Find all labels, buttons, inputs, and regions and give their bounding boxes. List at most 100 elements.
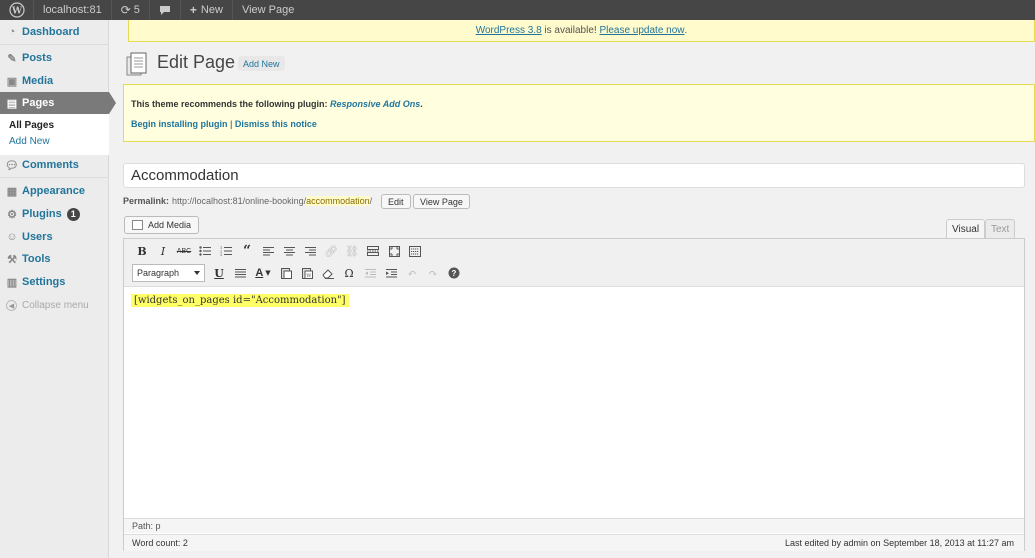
outdent-icon[interactable] <box>360 263 380 283</box>
menu-posts[interactable]: ✎ Posts <box>0 47 109 69</box>
plugin-name-link[interactable]: Responsive Add Ons <box>330 99 420 109</box>
permalink-label: Permalink: <box>123 196 170 206</box>
begin-installing-link[interactable]: Begin installing plugin <box>131 119 228 129</box>
permalink-slug[interactable]: accommodation <box>306 196 370 206</box>
new-label: New <box>200 4 223 16</box>
update-nag-period: . <box>684 25 688 36</box>
admin-bar: W localhost:81 ⟳ 5 + New View Page <box>0 0 1035 20</box>
fullscreen-icon[interactable] <box>384 241 404 261</box>
tab-text[interactable]: Text <box>985 219 1016 239</box>
wordpress-logo-icon[interactable]: W <box>0 0 34 20</box>
format-select[interactable]: Paragraph <box>132 264 205 282</box>
menu-label: Appearance <box>22 185 85 197</box>
menu-media[interactable]: ▣ Media <box>0 70 109 92</box>
menu-plugins[interactable]: ⚙︎ Plugins 1 <box>0 203 109 225</box>
menu-label: Users <box>22 231 53 243</box>
menu-label: Posts <box>22 52 52 64</box>
italic-icon[interactable]: I <box>153 241 173 261</box>
comments-link[interactable] <box>150 0 181 20</box>
users-icon: ☺ <box>6 231 18 243</box>
menu-label: Comments <box>22 159 79 171</box>
special-character-icon[interactable]: Ω <box>339 263 359 283</box>
add-new-page-button[interactable]: Add New <box>238 56 285 71</box>
svg-text:W: W <box>306 273 312 279</box>
notice-separator: | <box>227 119 235 129</box>
submenu-add-new[interactable]: Add New <box>9 136 50 147</box>
pin-icon: ✎ <box>7 52 17 65</box>
menu-users[interactable]: ☺ Users <box>0 226 109 248</box>
add-media-label: Add Media <box>148 220 192 230</box>
svg-text:3: 3 <box>220 253 222 256</box>
insert-link-icon[interactable]: 🔗︎ <box>321 241 341 261</box>
toolbar-toggle-icon[interactable] <box>405 241 425 261</box>
add-media-button[interactable]: Add Media <box>124 216 200 234</box>
undo-icon[interactable]: ↶ <box>402 263 422 283</box>
edit-permalink-button[interactable]: Edit <box>381 194 411 209</box>
plugin-icon: ⚙︎ <box>7 208 17 221</box>
update-nag-text: is available! <box>541 25 600 36</box>
view-page-button[interactable]: View Page <box>413 194 470 209</box>
help-icon[interactable]: ? <box>444 263 464 283</box>
menu-label: Plugins <box>22 208 62 220</box>
content-editor: B I ABC 123 “ 🔗︎ ⛓︎ Paragraph U A ▼ W Ω … <box>123 238 1025 551</box>
text-color-icon[interactable]: A ▼ <box>251 263 275 283</box>
editor-toolbar: B I ABC 123 “ 🔗︎ ⛓︎ Paragraph U A ▼ W Ω … <box>124 239 1024 287</box>
add-media-icon <box>132 220 143 230</box>
strikethrough-icon[interactable]: ABC <box>174 241 194 261</box>
unlink-icon[interactable]: ⛓︎ <box>342 241 362 261</box>
bold-icon[interactable]: B <box>132 241 152 261</box>
menu-tools[interactable]: ⚒ Tools <box>0 248 109 270</box>
dismiss-notice-link[interactable]: Dismiss this notice <box>235 119 317 129</box>
wordpress-version-link[interactable]: WordPress 3.8 <box>476 25 542 36</box>
insert-more-icon[interactable] <box>363 241 383 261</box>
page-title: Edit Page <box>157 52 236 72</box>
collapse-label: Collapse menu <box>22 300 89 311</box>
editor-path-bar: Path: p <box>124 518 1024 533</box>
paste-word-icon[interactable]: W <box>297 263 317 283</box>
collapse-menu-button[interactable]: ◀ Collapse menu <box>6 300 89 311</box>
menu-appearance[interactable]: ▦ Appearance <box>0 180 109 202</box>
paste-text-icon[interactable] <box>276 263 296 283</box>
new-content-link[interactable]: + New <box>181 0 233 20</box>
menu-comments[interactable]: 💬︎ Comments <box>0 154 109 176</box>
plugins-update-badge: 1 <box>66 207 80 221</box>
updates-link[interactable]: ⟳ 5 <box>112 0 150 20</box>
editor-content[interactable]: [widgets_on_pages id="Accommodation"] <box>131 294 349 307</box>
menu-settings[interactable]: ▥ Settings <box>0 271 109 293</box>
bullet-list-icon[interactable] <box>195 241 215 261</box>
settings-icon: ▥ <box>6 276 18 289</box>
align-right-icon[interactable] <box>300 241 320 261</box>
blockquote-icon[interactable]: “ <box>237 241 257 261</box>
chevron-down-icon <box>194 271 200 275</box>
numbered-list-icon[interactable]: 123 <box>216 241 236 261</box>
camera-icon: ▣ <box>6 75 18 88</box>
underline-icon[interactable]: U <box>209 263 229 283</box>
post-title-input[interactable]: Accommodation <box>123 163 1025 188</box>
svg-text:W: W <box>10 7 22 17</box>
site-name-link[interactable]: localhost:81 <box>34 0 112 20</box>
align-justify-icon[interactable] <box>230 263 250 283</box>
menu-label: Media <box>22 75 54 87</box>
redo-icon[interactable]: ↷ <box>423 263 443 283</box>
menu-label: Pages <box>22 97 55 109</box>
notice-message: This theme recommends the following plug… <box>131 99 423 109</box>
align-center-icon[interactable] <box>279 241 299 261</box>
comment-icon: 💬︎ <box>5 159 19 172</box>
pages-icon: ▤ <box>6 97 18 110</box>
toolbar-row-2: Paragraph U A ▼ W Ω ↶ ↷ ? <box>132 263 465 283</box>
menu-pages[interactable]: ▤ Pages <box>0 92 109 114</box>
menu-label: Dashboard <box>22 26 80 38</box>
appearance-icon: ▦ <box>6 185 18 198</box>
tab-visual[interactable]: Visual <box>946 219 986 239</box>
permalink-trail: / <box>369 196 373 206</box>
indent-icon[interactable] <box>381 263 401 283</box>
view-page-link[interactable]: View Page <box>233 0 303 20</box>
eraser-icon[interactable] <box>318 263 338 283</box>
update-now-link[interactable]: Please update now <box>599 25 684 36</box>
format-select-value: Paragraph <box>137 268 180 278</box>
menu-dashboard[interactable]: ◔ Dashboard <box>0 21 109 43</box>
submenu-all-pages[interactable]: All Pages <box>9 120 54 131</box>
align-left-icon[interactable] <box>258 241 278 261</box>
permalink-row: Permalink: http://localhost:81/online-bo… <box>123 196 372 206</box>
toolbar-row-1: B I ABC 123 “ 🔗︎ ⛓︎ <box>132 241 426 261</box>
